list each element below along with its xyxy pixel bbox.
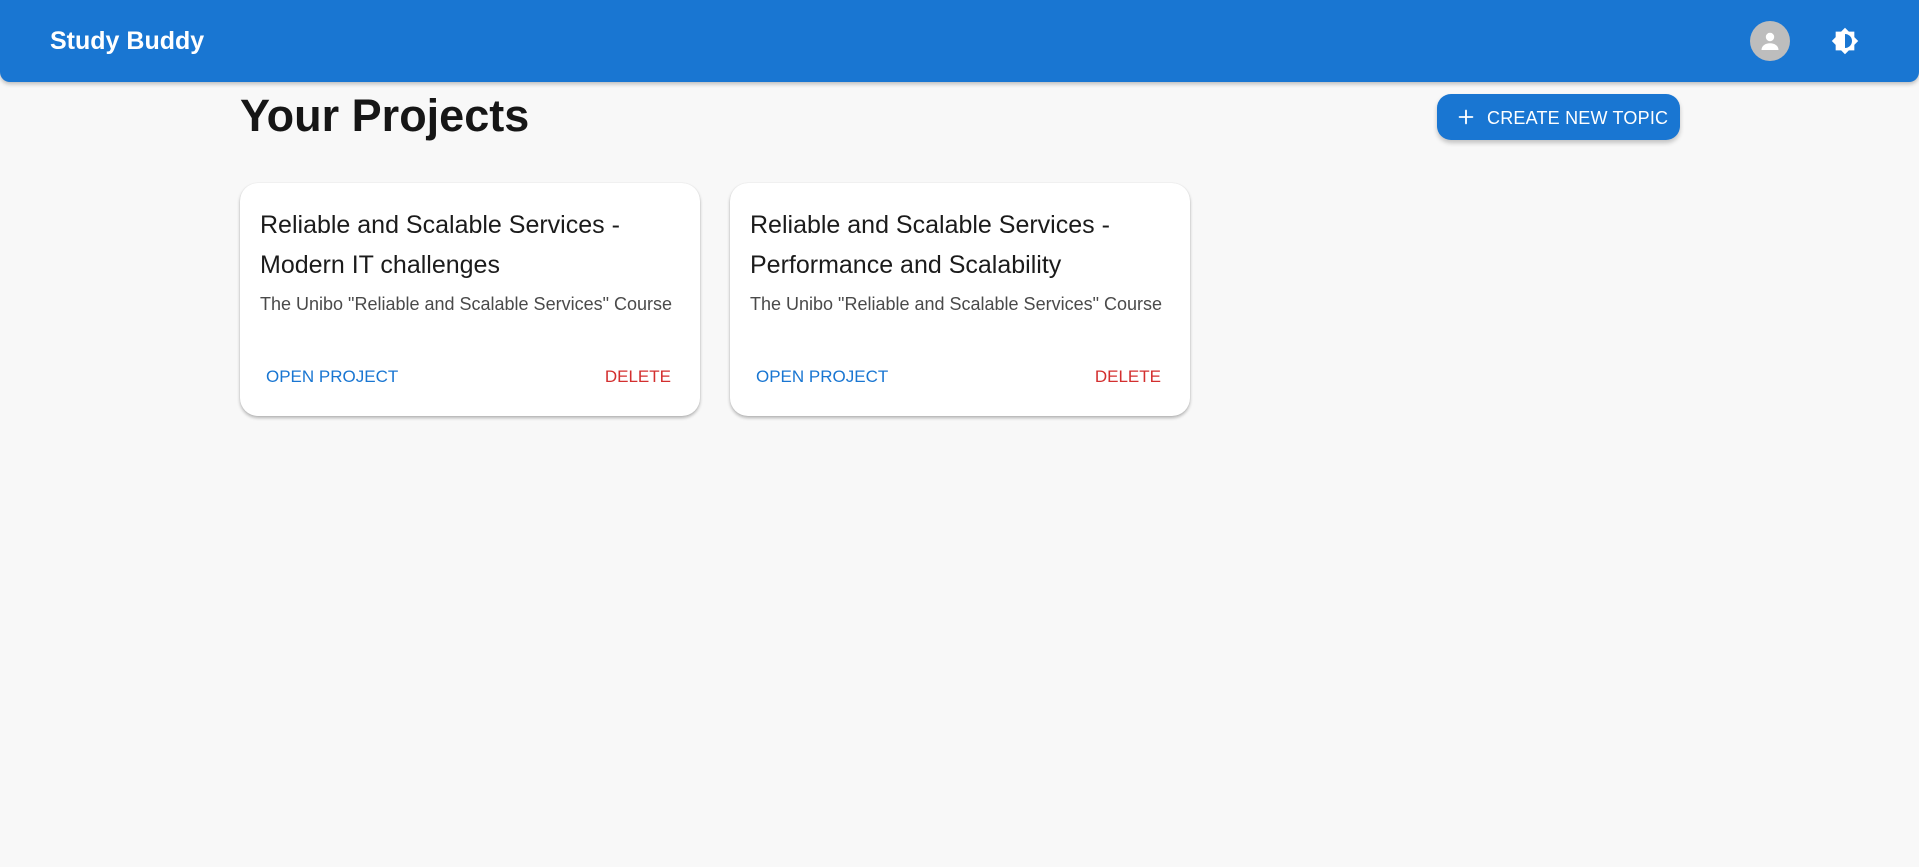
project-title: Reliable and Scalable Services - Perform…	[750, 211, 1110, 279]
project-card: Reliable and Scalable Services - Perform…	[730, 183, 1190, 416]
project-title: Reliable and Scalable Services - Modern …	[260, 211, 620, 279]
theme-toggle-button[interactable]	[1826, 22, 1864, 60]
create-new-topic-button[interactable]: CREATE NEW TOPIC	[1437, 94, 1680, 140]
delete-project-button[interactable]: DELETE	[1095, 367, 1161, 387]
project-description: The Unibo "Reliable and Scalable Service…	[750, 294, 1162, 314]
account-button[interactable]	[1750, 21, 1790, 61]
open-project-button[interactable]: OPEN PROJECT	[756, 367, 888, 387]
plus-icon	[1458, 109, 1474, 125]
page-title: Your Projects	[240, 90, 530, 141]
app-title: Study Buddy	[50, 27, 205, 55]
app-bar: Study Buddy	[0, 0, 1919, 82]
project-description: The Unibo "Reliable and Scalable Service…	[260, 294, 672, 314]
delete-project-button[interactable]: DELETE	[605, 367, 671, 387]
brightness-icon	[1831, 27, 1859, 55]
account-circle-icon	[1761, 32, 1779, 50]
create-new-topic-label: CREATE NEW TOPIC	[1487, 108, 1669, 128]
project-card: Reliable and Scalable Services - Modern …	[240, 183, 700, 416]
open-project-button[interactable]: OPEN PROJECT	[266, 367, 398, 387]
